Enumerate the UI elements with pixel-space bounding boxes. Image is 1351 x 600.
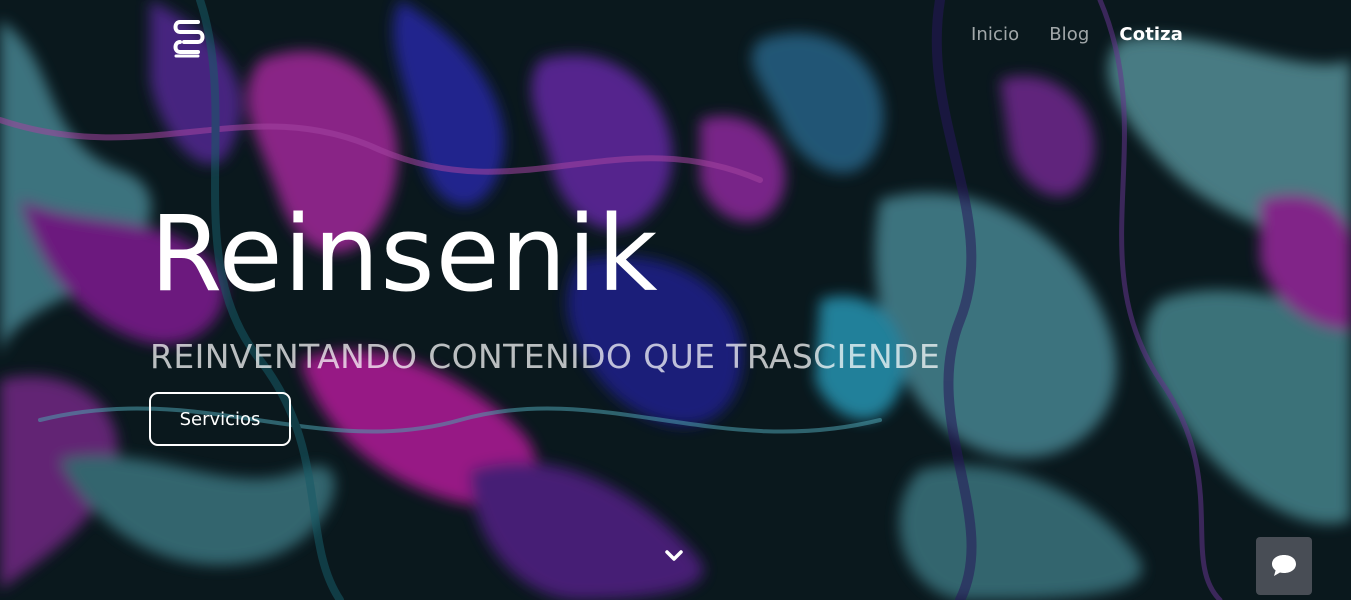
chat-bubble-icon	[1272, 555, 1296, 576]
hero-title: Reinsenik	[150, 193, 659, 315]
nav-link-cotiza[interactable]: Cotiza	[1119, 24, 1183, 45]
hero-subtitle: REINVENTANDO CONTENIDO QUE TRASCIENDE	[150, 337, 941, 376]
servicios-button[interactable]: Servicios	[149, 392, 291, 446]
logo-s-icon[interactable]	[170, 18, 208, 60]
main-navigation: Inicio Blog Cotiza	[971, 24, 1183, 45]
hero-section: Inicio Blog Cotiza Reinsenik REINVENTAND…	[0, 0, 1351, 600]
nav-link-blog[interactable]: Blog	[1049, 24, 1089, 45]
nav-link-inicio[interactable]: Inicio	[971, 24, 1019, 45]
chevron-down-icon[interactable]	[662, 546, 686, 566]
servicios-button-label: Servicios	[179, 408, 261, 430]
chat-button[interactable]	[1256, 537, 1312, 595]
